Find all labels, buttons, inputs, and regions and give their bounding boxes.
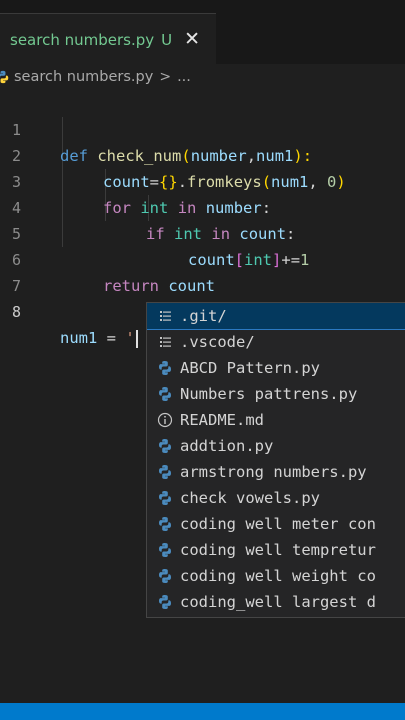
- breadcrumb: search numbers.py > ...: [0, 66, 405, 88]
- suggestion-item[interactable]: README.md: [147, 407, 405, 433]
- suggestion-label: .vscode/: [180, 333, 255, 351]
- suggestion-item[interactable]: coding_well largest d: [147, 589, 405, 615]
- suggestion-item[interactable]: .vscode/: [147, 329, 405, 355]
- untracked-badge: U: [161, 30, 173, 49]
- python-icon: [159, 569, 171, 583]
- operator: =: [97, 329, 126, 347]
- suggestion-label: coding well meter con: [180, 515, 376, 533]
- python-icon: [159, 491, 171, 505]
- breadcrumb-symbols[interactable]: ...: [177, 69, 191, 85]
- code-line-2: 2 count={}.fromkeys(num1, 0): [0, 117, 405, 191]
- python-icon: [0, 70, 9, 84]
- code-line-4: 4 if int in count:: [0, 169, 405, 243]
- code-line-8: 8 num1 = ': [0, 273, 405, 348]
- string-quote: ': [125, 329, 135, 347]
- suggestion-item[interactable]: addtion.py: [147, 433, 405, 459]
- python-icon: [159, 361, 171, 375]
- tab-search-numbers[interactable]: search numbers.py U ✕: [0, 13, 216, 65]
- breadcrumb-file[interactable]: search numbers.py: [14, 69, 153, 85]
- python-icon: [159, 595, 171, 609]
- python-icon: [159, 465, 171, 479]
- suggestion-item[interactable]: coding well weight co: [147, 563, 405, 589]
- code-line-7: 7: [0, 247, 405, 295]
- suggestion-label: ABCD Pattern.py: [180, 359, 320, 377]
- suggestion-item[interactable]: check vowels.py: [147, 485, 405, 511]
- tab-bar: search numbers.py U ✕: [0, 0, 405, 65]
- suggestion-label: addtion.py: [180, 437, 274, 455]
- suggestion-item[interactable]: coding well tempretur: [147, 537, 405, 563]
- python-icon: [159, 439, 171, 453]
- suggestion-item[interactable]: .git/: [147, 303, 405, 330]
- suggestion-label: .git/: [180, 307, 227, 325]
- suggestion-label: check vowels.py: [180, 489, 320, 507]
- suggestion-label: coding_well largest d: [180, 593, 376, 611]
- line-number: 8: [12, 303, 22, 321]
- python-icon: [159, 517, 171, 531]
- variable: num1: [60, 329, 98, 347]
- status-bar: [0, 703, 405, 720]
- tab-label: search numbers.py: [10, 30, 155, 49]
- suggestion-label: README.md: [180, 411, 264, 429]
- suggestion-item[interactable]: armstrong numbers.py: [147, 459, 405, 485]
- suggestion-item[interactable]: Numbers pattrens.py: [147, 381, 405, 407]
- code-line-3: 3 for int in number:: [0, 143, 405, 217]
- suggestion-item[interactable]: ABCD Pattern.py: [147, 355, 405, 381]
- folder-icon: [160, 337, 171, 347]
- breadcrumb-separator: >: [159, 69, 172, 85]
- suggestion-widget: .git/ .vscode/ ABCD Pattern.py Numbers p…: [146, 302, 405, 618]
- suggestion-item[interactable]: coding well meter con: [147, 511, 405, 537]
- code-line-6: 6 return count: [0, 221, 405, 295]
- suggestion-label: armstrong numbers.py: [180, 463, 367, 481]
- info-icon: [157, 412, 173, 428]
- suggestion-label: Numbers pattrens.py: [180, 385, 358, 403]
- python-icon: [159, 387, 171, 401]
- code-line-5: 5 count[int]+=1: [0, 195, 405, 269]
- text-cursor: [135, 329, 138, 348]
- python-icon: [159, 543, 171, 557]
- suggestion-label: coding well tempretur: [180, 541, 376, 559]
- code-line-1: 1 def check_num(number,num1):: [0, 91, 405, 165]
- suggestion-label: coding well weight co: [180, 567, 376, 585]
- folder-icon: [160, 311, 171, 321]
- close-icon[interactable]: ✕: [184, 30, 200, 49]
